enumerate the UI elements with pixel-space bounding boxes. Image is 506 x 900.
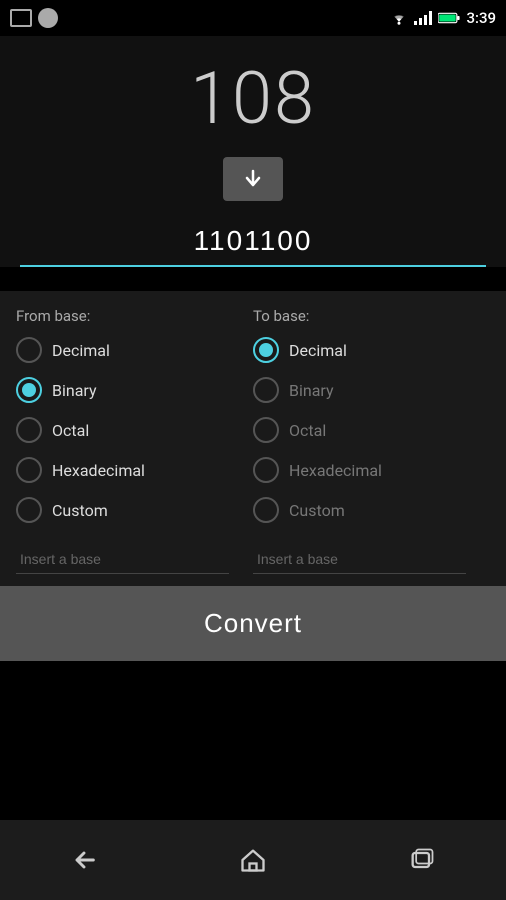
battery-icon <box>438 11 460 25</box>
home-button[interactable] <box>223 840 283 880</box>
from-base-input-col <box>16 545 253 574</box>
big-number-display: 108 <box>20 56 486 141</box>
signal-icon <box>414 11 432 25</box>
to-octal-label: Octal <box>289 421 326 440</box>
to-hexadecimal-radio[interactable] <box>253 457 279 483</box>
from-octal-radio[interactable] <box>16 417 42 443</box>
from-custom-radio[interactable] <box>16 497 42 523</box>
image-icon <box>10 9 32 27</box>
to-custom-label: Custom <box>289 501 345 520</box>
from-binary-option[interactable]: Binary <box>16 377 253 403</box>
to-custom-option[interactable]: Custom <box>253 497 490 523</box>
from-decimal-option[interactable]: Decimal <box>16 337 253 363</box>
to-base-input[interactable] <box>253 545 466 574</box>
status-time: 3:39 <box>466 9 496 27</box>
wifi-icon <box>390 11 408 25</box>
to-decimal-radio-dot <box>259 343 273 357</box>
base-input-row <box>0 537 506 586</box>
back-icon <box>70 846 98 874</box>
result-value-input[interactable] <box>20 217 486 265</box>
to-custom-radio[interactable] <box>253 497 279 523</box>
status-bar-right: 3:39 <box>390 9 496 27</box>
android-icon <box>38 8 58 28</box>
convert-button[interactable]: Convert <box>0 586 506 661</box>
home-icon <box>239 846 267 874</box>
from-decimal-label: Decimal <box>52 341 110 360</box>
radio-section: From base: Decimal Binary Octal Hexadeci… <box>0 291 506 537</box>
from-base-input[interactable] <box>16 545 229 574</box>
to-base-column: To base: Decimal Binary Octal Hexadecima… <box>253 307 490 537</box>
to-base-label: To base: <box>253 307 490 325</box>
from-hexadecimal-option[interactable]: Hexadecimal <box>16 457 253 483</box>
convert-btn-container: Convert <box>0 586 506 661</box>
from-binary-radio[interactable] <box>16 377 42 403</box>
convert-arrow-button[interactable] <box>223 157 283 201</box>
from-hexadecimal-label: Hexadecimal <box>52 461 145 480</box>
from-base-label: From base: <box>16 307 253 325</box>
status-bar-left <box>10 8 58 28</box>
to-hexadecimal-label: Hexadecimal <box>289 461 382 480</box>
arrow-btn-container <box>20 157 486 201</box>
to-decimal-radio[interactable] <box>253 337 279 363</box>
to-binary-radio[interactable] <box>253 377 279 403</box>
from-base-column: From base: Decimal Binary Octal Hexadeci… <box>16 307 253 537</box>
to-hexadecimal-option[interactable]: Hexadecimal <box>253 457 490 483</box>
from-custom-option[interactable]: Custom <box>16 497 253 523</box>
recents-button[interactable] <box>392 840 452 880</box>
to-octal-radio[interactable] <box>253 417 279 443</box>
to-base-input-col <box>253 545 490 574</box>
back-button[interactable] <box>54 840 114 880</box>
from-hexadecimal-radio[interactable] <box>16 457 42 483</box>
to-decimal-label: Decimal <box>289 341 347 360</box>
from-octal-label: Octal <box>52 421 89 440</box>
main-content: 108 <box>0 36 506 267</box>
arrow-down-icon <box>241 167 265 191</box>
status-bar: 3:39 <box>0 0 506 36</box>
recents-icon <box>408 846 436 874</box>
to-binary-option[interactable]: Binary <box>253 377 490 403</box>
nav-bar <box>0 820 506 900</box>
from-custom-label: Custom <box>52 501 108 520</box>
from-binary-radio-dot <box>22 383 36 397</box>
to-decimal-option[interactable]: Decimal <box>253 337 490 363</box>
result-container <box>20 217 486 267</box>
from-binary-label: Binary <box>52 381 97 400</box>
to-octal-option[interactable]: Octal <box>253 417 490 443</box>
from-octal-option[interactable]: Octal <box>16 417 253 443</box>
to-binary-label: Binary <box>289 381 334 400</box>
from-decimal-radio[interactable] <box>16 337 42 363</box>
